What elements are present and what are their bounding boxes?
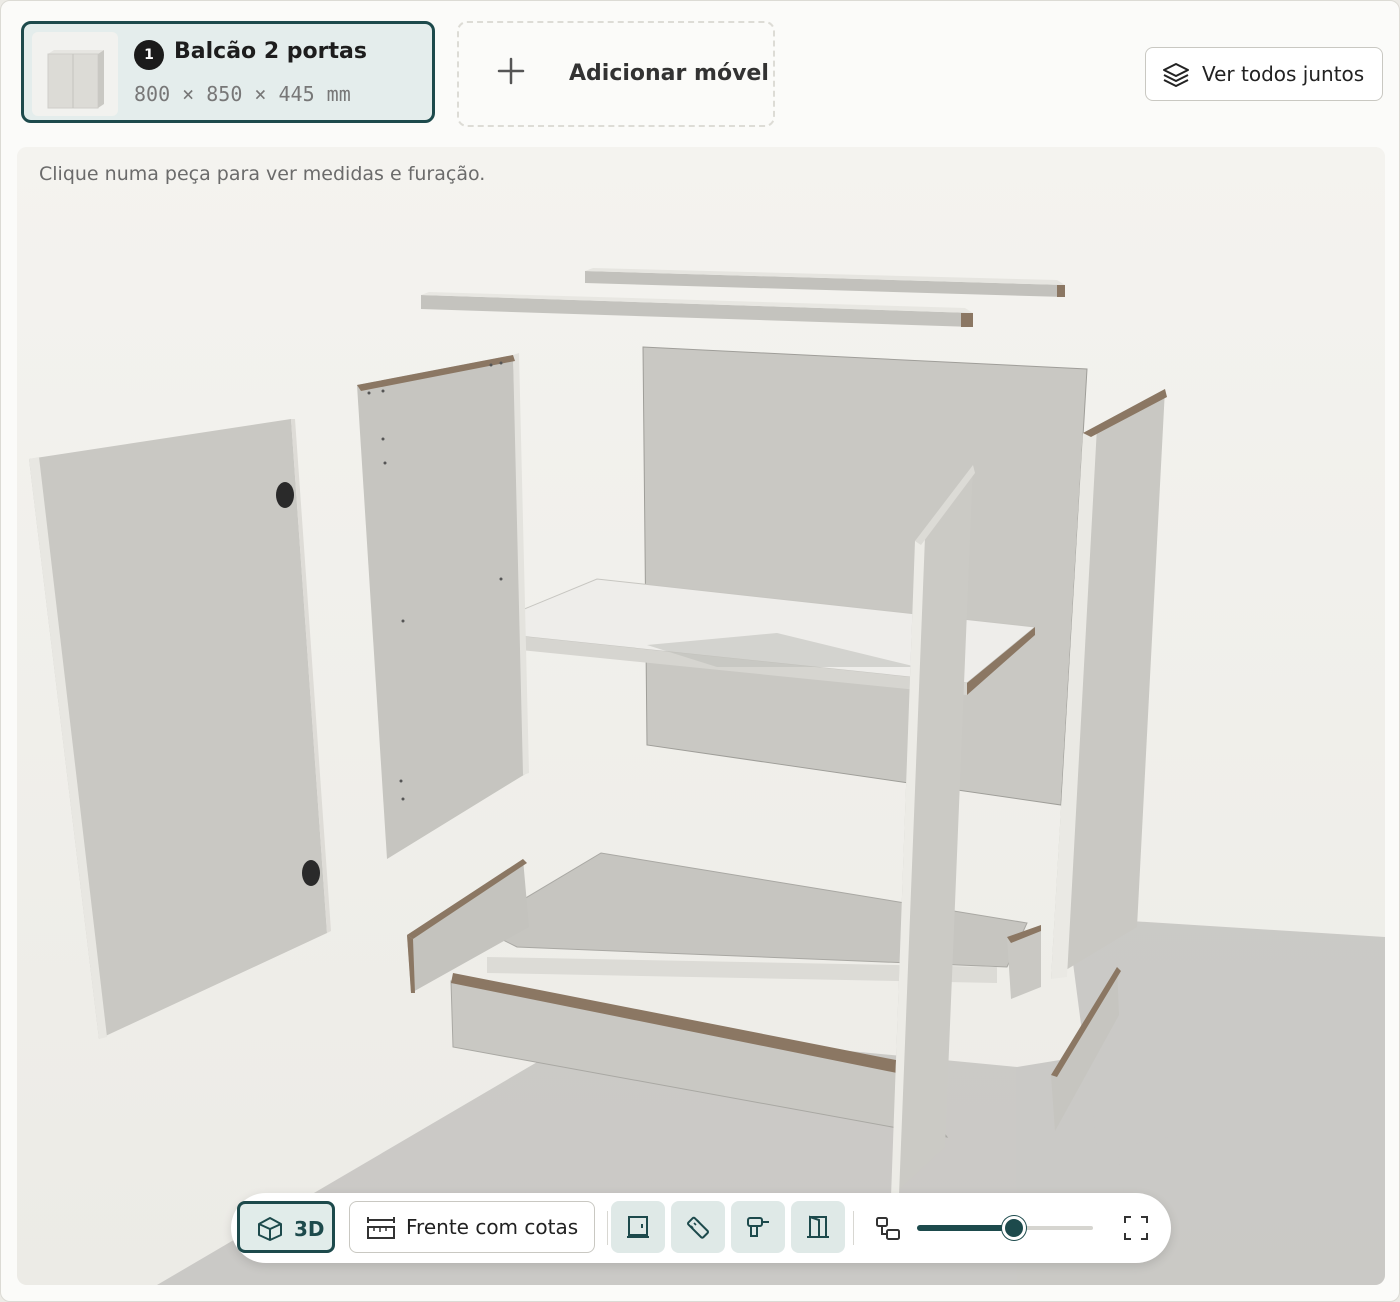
hinge-hole-top (276, 482, 294, 508)
view-3d-label: 3D (294, 1217, 325, 1241)
furniture-index-badge: 1 (134, 40, 164, 70)
back-panel[interactable] (642, 346, 1088, 806)
view-3d-button[interactable]: 3D (237, 1201, 335, 1253)
app-window: 1 Balcão 2 portas 800 × 850 × 445 mm Adi… (0, 0, 1400, 1302)
slider-thumb[interactable] (1002, 1216, 1026, 1240)
doors-button[interactable] (791, 1201, 845, 1253)
fullscreen-icon[interactable] (1123, 1215, 1149, 1241)
cabinet-view-button[interactable] (611, 1201, 665, 1253)
dimension-ruler-icon (367, 1217, 395, 1239)
measure-button[interactable] (671, 1201, 725, 1253)
door-icon (807, 1215, 829, 1238)
view-toolbar: 3D Frente com cotas (231, 1193, 1171, 1263)
front-with-dimensions-label: Frente com cotas (406, 1215, 579, 1239)
explode-slider[interactable] (917, 1213, 1093, 1243)
front-with-dimensions-button[interactable]: Frente com cotas (349, 1201, 595, 1253)
drilling-button[interactable] (731, 1201, 785, 1253)
hinge-hole-bottom (302, 860, 320, 886)
view-all-together-button[interactable]: Ver todos juntos (1145, 47, 1383, 101)
layers-icon (1163, 63, 1189, 87)
furniture-dimensions: 800 × 850 × 445 mm (134, 82, 351, 106)
add-furniture-label: Adicionar móvel (569, 61, 769, 86)
cabinet-view-icon (627, 1216, 649, 1238)
cabinet-thumbnail-icon (47, 50, 104, 109)
slider-fill (917, 1225, 1014, 1231)
toolbar-separator (607, 1211, 608, 1245)
furniture-title: Balcão 2 portas (174, 39, 367, 64)
drill-icon (747, 1217, 769, 1237)
ruler-icon (687, 1216, 709, 1239)
viewport-hint: Clique numa peça para ver medidas e fura… (39, 163, 486, 185)
explode-icon (876, 1217, 900, 1240)
view-all-together-label: Ver todos juntos (1202, 62, 1365, 86)
3d-viewport[interactable]: Clique numa peça para ver medidas e fura… (17, 147, 1385, 1285)
exploded-cabinet-scene (17, 147, 1385, 1285)
add-furniture-button[interactable]: Adicionar móvel (457, 21, 775, 127)
toolbar-separator (853, 1211, 854, 1245)
furniture-thumbnail (32, 32, 118, 116)
cube-icon (258, 1217, 282, 1241)
back-kickboard-right[interactable] (1007, 925, 1041, 999)
left-side-panel[interactable] (357, 353, 529, 859)
furniture-card-selected[interactable]: 1 Balcão 2 portas 800 × 850 × 445 mm (21, 21, 435, 123)
plus-icon (497, 57, 525, 85)
